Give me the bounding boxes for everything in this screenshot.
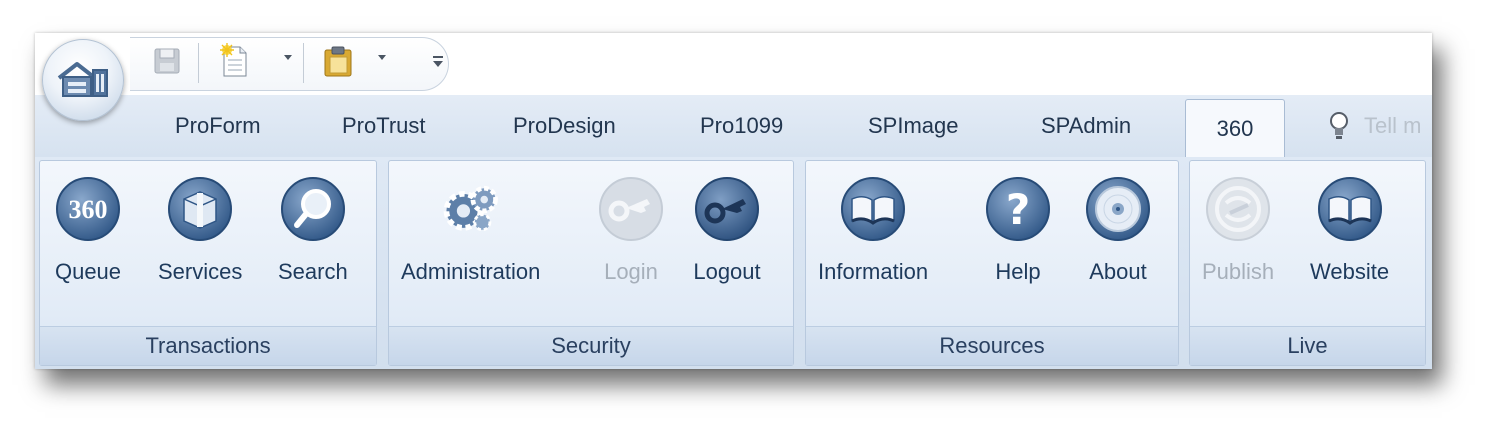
ribbon-panel: 360 Queue Services Search Transactions A… [35,157,1432,369]
save-button[interactable] [147,41,187,81]
services-label: Services [158,259,243,284]
group-live: Publish Website Live [1189,160,1426,366]
about-label: About [1089,259,1147,284]
tab-prodesign[interactable]: ProDesign [513,113,616,141]
house-building-icon [57,62,108,97]
website-button[interactable]: Website [1310,175,1389,285]
svg-text:360: 360 [69,195,108,224]
group-label-security: Security [389,326,793,365]
disc-icon [1086,177,1150,241]
queue-button[interactable]: 360 Queue [54,175,122,285]
customize-toolbar-icon[interactable] [431,53,445,69]
lightbulb-icon [1330,112,1348,139]
magnifier-icon [280,177,345,241]
svg-text:?: ? [1006,185,1030,234]
administration-button[interactable]: Administration [401,175,540,285]
floppy-disk-icon [154,48,180,74]
queue-label: Queue [54,259,122,284]
toolbar-separator [303,43,304,83]
application-menu-button[interactable] [42,39,124,121]
group-label-live: Live [1190,326,1425,365]
login-button[interactable]: Login [597,175,665,285]
tab-360[interactable]: 360 [1185,99,1285,157]
gears-icon [443,185,498,232]
information-button[interactable]: Information [818,175,928,285]
tab-proform[interactable]: ProForm [175,113,261,141]
tab-spimage[interactable]: SPImage [868,113,959,141]
publish-label: Publish [1202,259,1275,284]
logout-label: Logout [693,259,761,284]
group-transactions: 360 Queue Services Search Transactions [39,160,377,366]
about-button[interactable]: About [1084,175,1152,285]
group-resources: Information ? Help About Resources [805,160,1179,366]
box-icon [168,177,233,241]
services-button[interactable]: Services [158,175,242,285]
group-label-transactions: Transactions [40,326,376,365]
book-icon [841,177,906,241]
logout-button[interactable]: Logout [693,175,761,285]
website-label: Website [1310,259,1390,284]
paste-button[interactable] [318,41,358,81]
tab-pro1099[interactable]: Pro1099 [700,113,783,141]
search-label: Search [278,259,348,284]
tab-protrust[interactable]: ProTrust [342,113,426,141]
publish-button[interactable]: Publish [1202,175,1274,285]
administration-label: Administration [401,259,541,284]
quick-access-toolbar [35,33,1432,95]
publish-icon [1206,177,1271,241]
search-button[interactable]: Search [278,175,348,285]
new-document-button[interactable] [215,41,255,81]
tell-me-placeholder: Tell m [1364,113,1422,138]
tab-spadmin[interactable]: SPAdmin [1041,113,1131,141]
application-window: ProForm ProTrust ProDesign Pro1099 SPIma… [35,33,1432,369]
group-label-resources: Resources [806,326,1178,365]
key-icon [599,177,663,241]
login-label: Login [604,259,658,284]
question-mark-icon: ? [986,177,1050,241]
tell-me-search[interactable]: Tell m [1328,111,1421,141]
help-button[interactable]: ? Help [984,175,1052,285]
group-security: Administration Login Logout Security [388,160,794,366]
360-icon: 360 [56,177,120,241]
toolbar-separator [198,43,199,83]
new-document-dropdown-arrow[interactable] [284,55,292,60]
new-document-icon [220,43,247,77]
clipboard-icon [324,46,352,77]
information-label: Information [818,259,929,284]
book-icon [1317,177,1382,241]
paste-dropdown-arrow[interactable] [378,55,386,60]
help-label: Help [995,259,1041,284]
key-icon [695,177,759,241]
